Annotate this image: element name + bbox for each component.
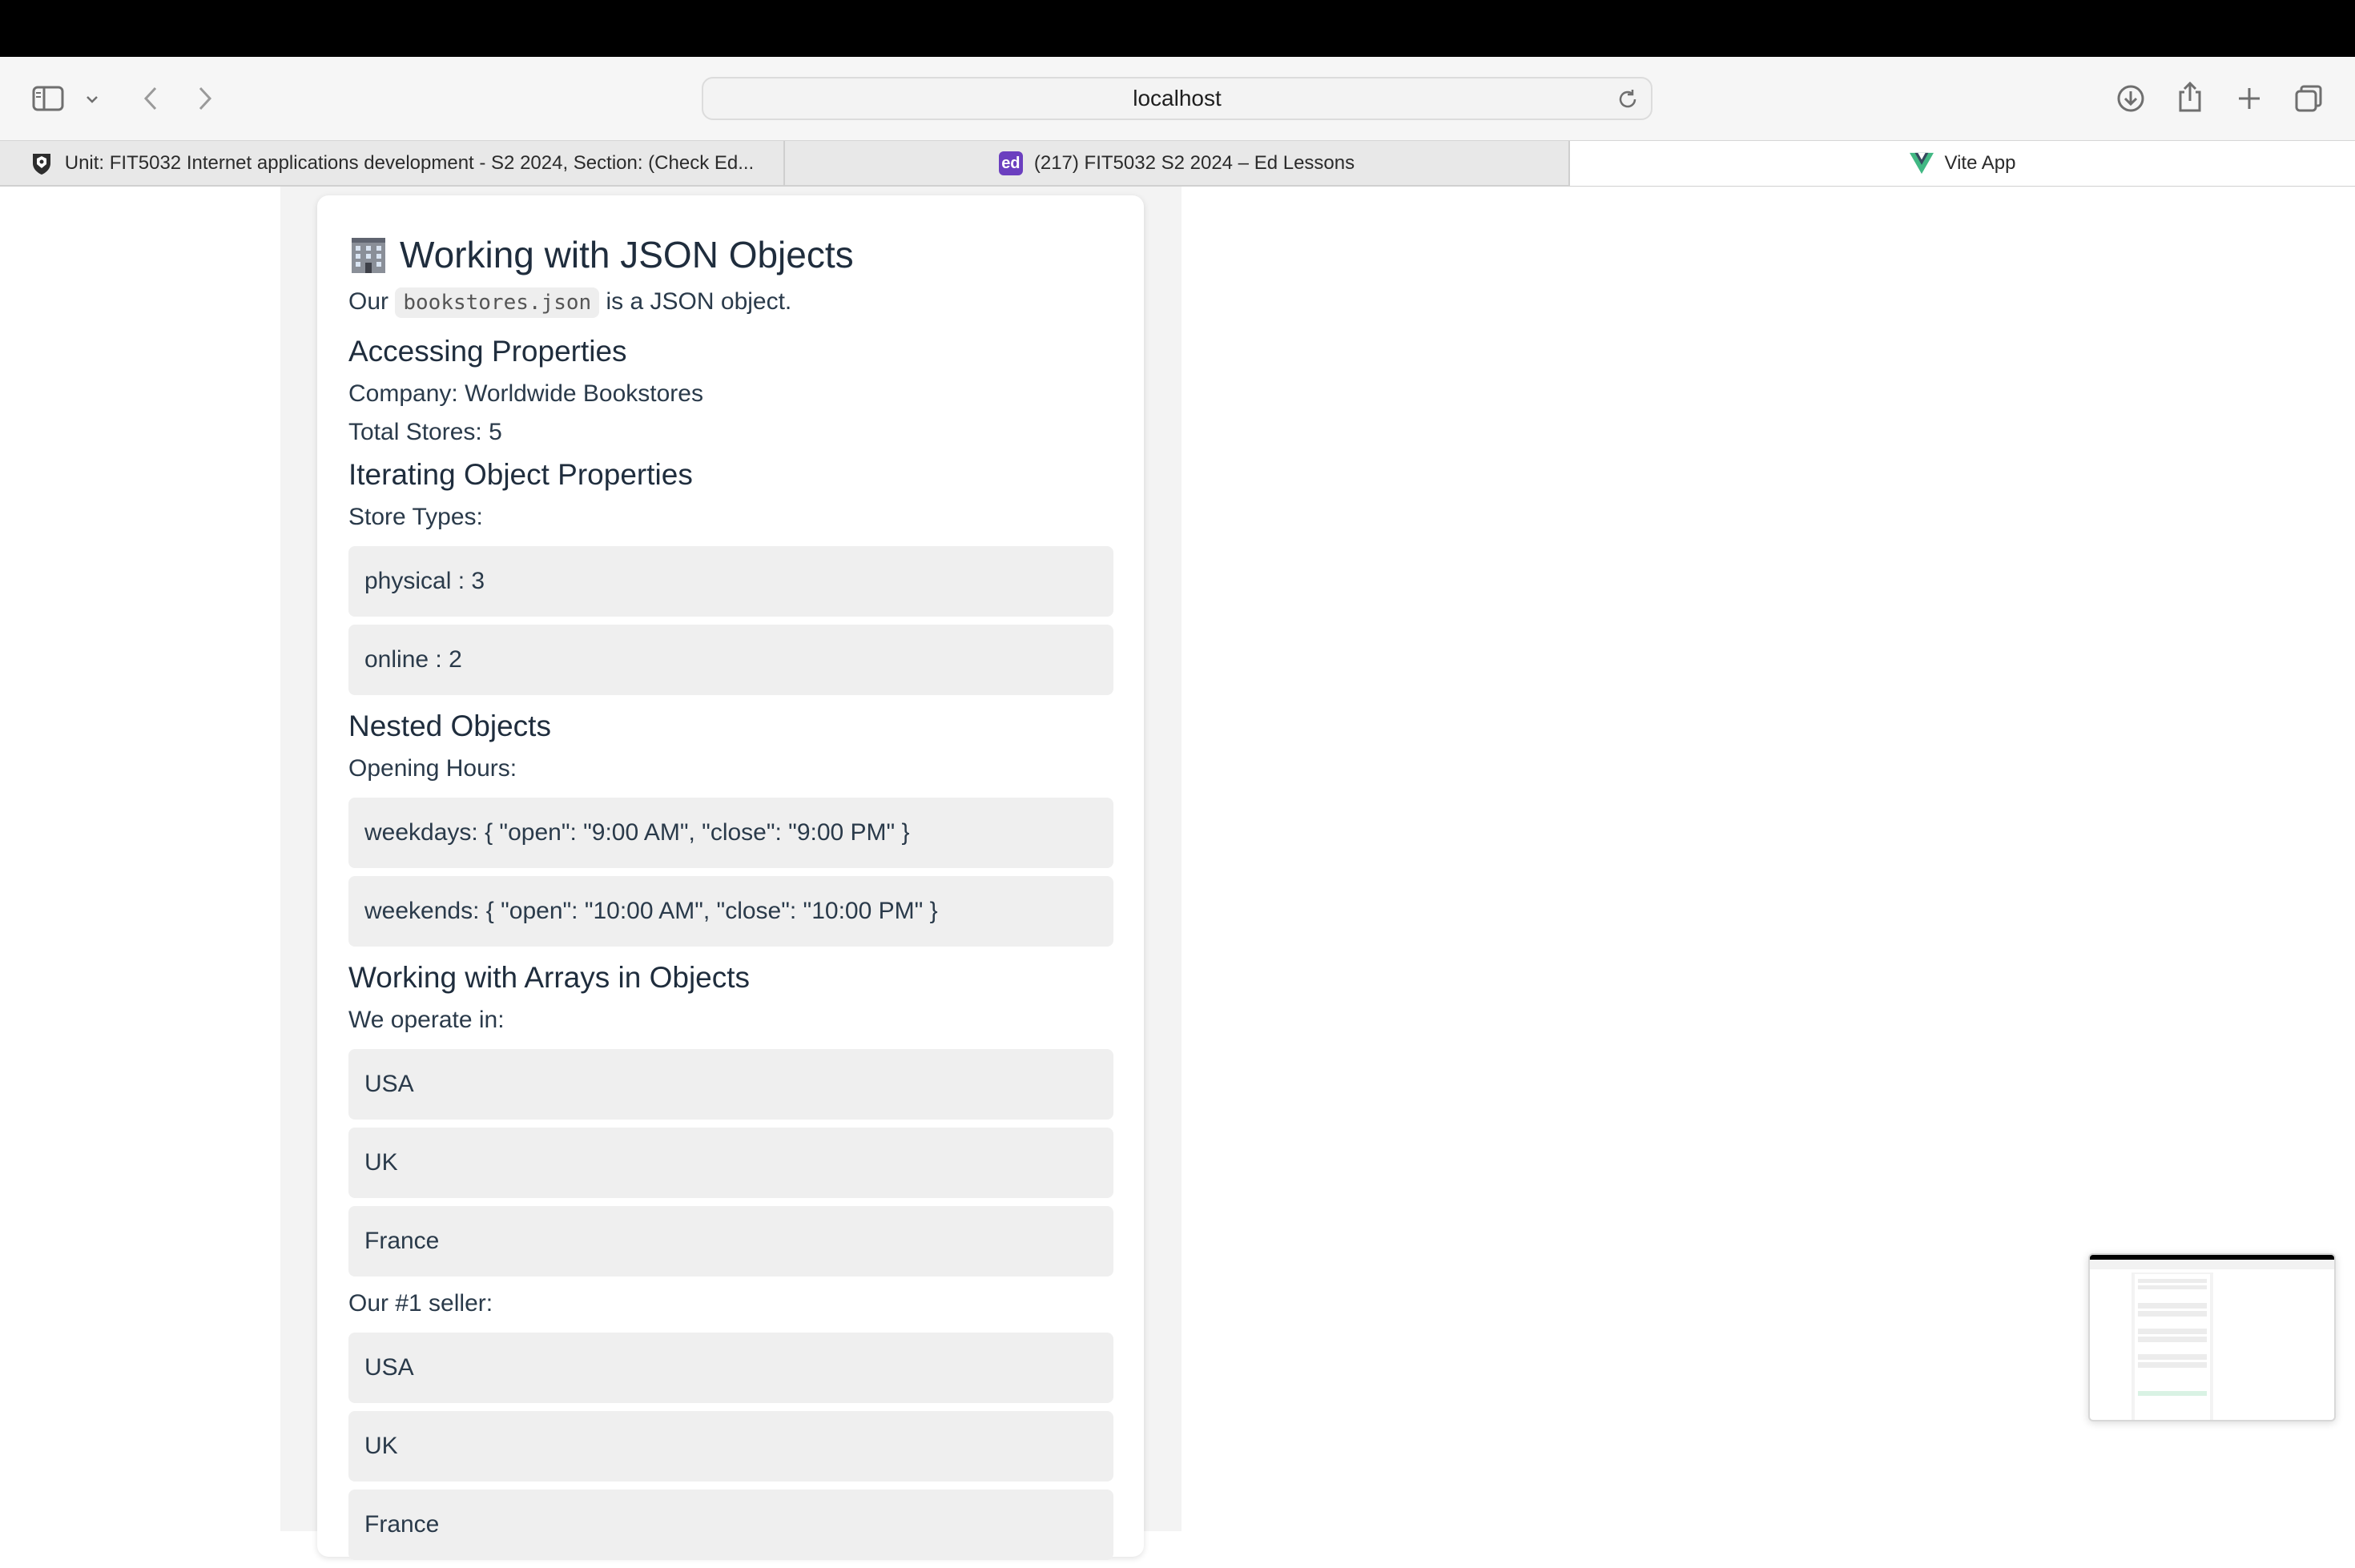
page-title: Working with JSON Objects [348, 228, 1113, 281]
tab-title: Unit: FIT5032 Internet applications deve… [64, 152, 755, 174]
system-menu-bar [0, 0, 2355, 57]
download-icon[interactable] [2113, 81, 2148, 116]
list-item: online : 2 [348, 625, 1113, 695]
intro-before: Our [348, 288, 389, 315]
list-item: weekdays: { "open": "9:00 AM", "close": … [348, 798, 1113, 868]
forward-icon[interactable] [189, 81, 221, 116]
list-item: weekends: { "open": "10:00 AM", "close":… [348, 876, 1113, 947]
address-bar[interactable]: localhost [702, 77, 1653, 120]
seller-label: Our #1 seller: [348, 1290, 493, 1317]
url-text: localhost [1133, 86, 1222, 111]
list-item: UK [348, 1411, 1113, 1482]
store-types-label: Store Types: [348, 504, 483, 530]
screenshot-thumbnail[interactable] [2088, 1253, 2336, 1421]
tab-overview-icon[interactable] [2291, 81, 2326, 116]
list-item: France [348, 1206, 1113, 1277]
chevron-down-icon[interactable] [82, 89, 103, 110]
list-item: physical : 3 [348, 546, 1113, 617]
sidebar-toggle-icon[interactable] [30, 81, 66, 116]
list-item: France [348, 1490, 1113, 1560]
tab-bar: Unit: FIT5032 Internet applications deve… [0, 140, 2355, 187]
total-stores-text: Total Stores: 5 [348, 419, 502, 445]
monash-crest-icon [30, 151, 54, 175]
back-icon[interactable] [135, 81, 167, 116]
intro-text: Our bookstores.json is a JSON object. [348, 283, 1113, 322]
page-title-text: Working with JSON Objects [400, 234, 854, 275]
tab-ed-lessons[interactable]: ed (217) FIT5032 S2 2024 – Ed Lessons [785, 141, 1570, 186]
company-text: Company: Worldwide Bookstores [348, 380, 703, 407]
arrays-heading: Working with Arrays in Objects [348, 961, 751, 994]
tab-title: (217) FIT5032 S2 2024 – Ed Lessons [1033, 152, 1355, 174]
new-tab-icon[interactable] [2232, 81, 2267, 116]
iterating-heading: Iterating Object Properties [348, 458, 693, 491]
tab-vite-app[interactable]: Vite App [1570, 141, 2355, 186]
main-content: Working with JSON Objects Our bookstores… [348, 228, 1113, 1568]
intro-code: bookstores.json [395, 287, 600, 318]
opening-hours-label: Opening Hours: [348, 755, 517, 782]
tab-unit-fit5032[interactable]: Unit: FIT5032 Internet applications deve… [0, 141, 785, 186]
operate-label: We operate in: [348, 1007, 505, 1033]
list-item: USA [348, 1049, 1113, 1120]
accessing-heading: Accessing Properties [348, 335, 627, 368]
share-icon[interactable] [2172, 78, 2208, 116]
building-icon [348, 235, 388, 274]
tab-title: Vite App [1944, 152, 2016, 174]
ed-logo-icon: ed [998, 151, 1023, 175]
intro-after: is a JSON object. [606, 288, 792, 315]
list-item: USA [348, 1333, 1113, 1403]
list-item: UK [348, 1128, 1113, 1198]
reload-icon[interactable] [1616, 87, 1640, 115]
nested-heading: Nested Objects [348, 710, 551, 742]
vue-logo-icon [1909, 151, 1934, 175]
